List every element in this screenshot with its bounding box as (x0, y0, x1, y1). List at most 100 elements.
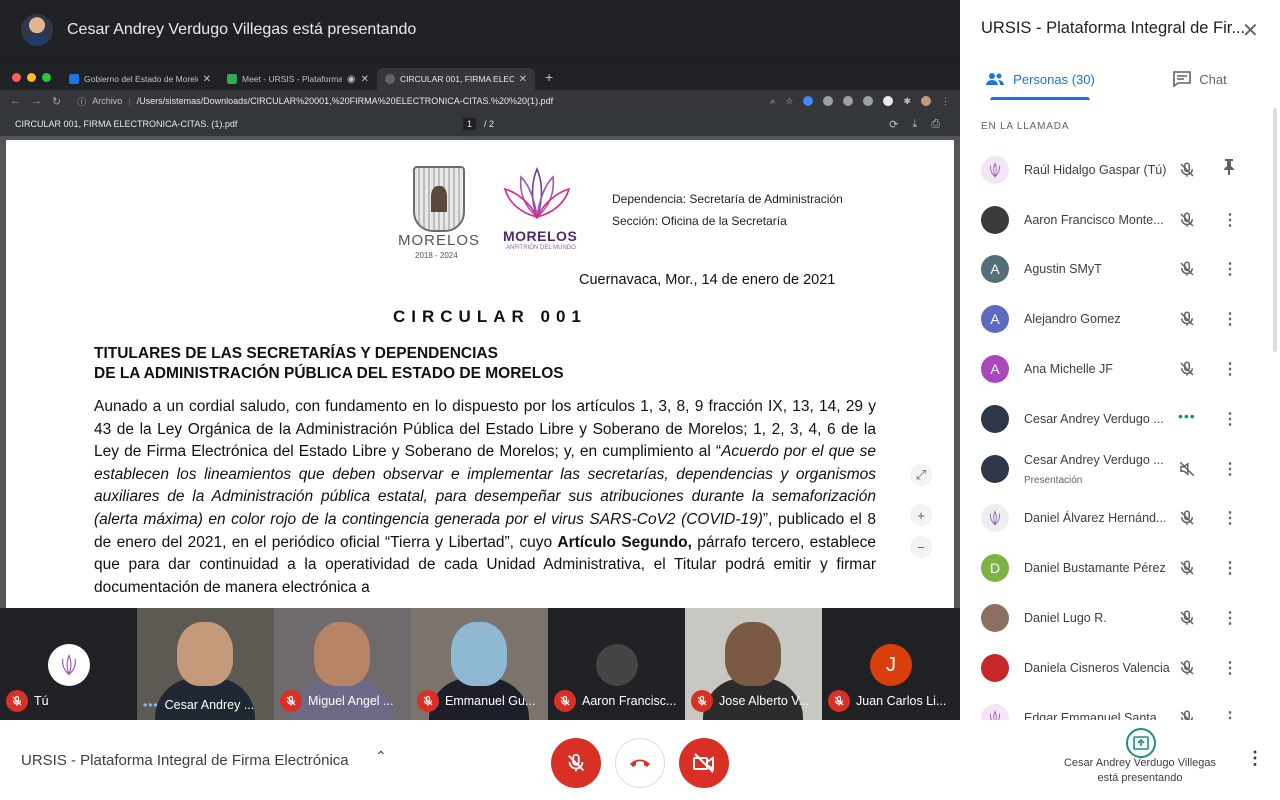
more-options-icon[interactable]: ⋮ (1222, 558, 1238, 578)
participant-tile[interactable]: Miguel Angel ... (274, 608, 411, 720)
back-icon: ← (10, 95, 21, 107)
chat-icon (1173, 71, 1192, 87)
hang-up-icon (630, 759, 650, 767)
participant-row[interactable]: Daniela Cisneros Valencia ⋮ (960, 643, 1280, 693)
more-options-icon[interactable]: ⋮ (1222, 459, 1238, 479)
participant-name: Emmanuel Gu... (417, 690, 535, 712)
participant-name-text: Miguel Angel ... (308, 694, 394, 708)
participant-row[interactable]: A Agustin SMyT ⋮ (960, 245, 1280, 295)
mic-muted-badge (280, 690, 302, 712)
mic-off-icon (1180, 560, 1194, 576)
seal-year: 2018 - 2024 (415, 251, 458, 260)
mic-off-icon (568, 753, 584, 772)
mic-status (1178, 310, 1196, 328)
presenting-icon[interactable] (1126, 728, 1156, 758)
more-options-icon[interactable]: ⋮ (1222, 259, 1238, 279)
participant-tile[interactable]: ••• Cesar Andrey ... (137, 608, 274, 720)
tab-chat[interactable]: Chat (1120, 58, 1280, 100)
participant-name-text: Aaron Francisc... (582, 694, 677, 708)
mic-toggle-button[interactable] (551, 738, 601, 788)
mic-muted-badge (691, 690, 713, 712)
tab-favicon-icon (69, 74, 79, 84)
dependency-line: Dependencia: Secretaría de Administració… (612, 192, 843, 206)
dependency-block: Dependencia: Secretaría de Administració… (612, 188, 843, 232)
mic-muted-badge (828, 690, 850, 712)
info-icon: ⓘ (77, 96, 87, 107)
participant-name: Raúl Hidalgo Gaspar (Tú) (1024, 162, 1167, 177)
participant-row[interactable]: Cesar Andrey Verdugo ... ••• ⋮ (960, 394, 1280, 444)
participant-name: Aaron Francisco Monte... (1024, 212, 1164, 227)
panel-scrollbar[interactable] (1273, 108, 1277, 352)
chevron-up-icon[interactable]: ⌃ (375, 748, 387, 765)
pdf-toolbar: CIRCULAR 001, FIRMA ELECTRONICA-CITAS. (… (0, 112, 960, 136)
video-face (451, 622, 507, 686)
participant-name: Juan Carlos Li... (828, 690, 946, 712)
participant-subtitle: Presentación (1024, 474, 1083, 486)
participant-tile[interactable]: Tú (0, 608, 137, 720)
participant-tile[interactable]: Aaron Francisc... (548, 608, 685, 720)
more-options-icon[interactable]: ⋮ (1222, 608, 1238, 628)
meeting-name[interactable]: URSIS - Plataforma Integral de Firma Ele… (21, 752, 349, 769)
tab-title: CIRCULAR 001, FIRMA ELECTRÓNICA (400, 74, 514, 84)
addressee-line: DE LA ADMINISTRACIÓN PÚBLICA DEL ESTADO … (94, 365, 564, 382)
browser-address-bar: ← → ↻ ⓘ Archivo | /Users/sistemas/Downlo… (0, 90, 960, 112)
participant-tile[interactable]: Jose Alberto V... (685, 608, 822, 720)
mic-status (1178, 161, 1196, 179)
logo-avatar (981, 504, 1009, 533)
forward-icon: → (31, 95, 42, 107)
mic-status (1178, 509, 1196, 527)
mic-status (1178, 659, 1196, 677)
more-options-icon[interactable]: ⋮ (1222, 210, 1238, 230)
more-options-icon[interactable]: ⋮ (1222, 309, 1238, 329)
close-panel-icon[interactable]: ✕ (1242, 18, 1259, 43)
participant-row[interactable]: Cesar Andrey Verdugo ... Presentación ⋮ (960, 444, 1280, 494)
more-options-icon[interactable]: ⋮ (1222, 409, 1238, 429)
participant-row[interactable]: D Daniel Bustamante Pérez ⋮ (960, 543, 1280, 593)
participant-name: Daniel Lugo R. (1024, 611, 1107, 626)
participant-name: Jose Alberto V... (691, 690, 809, 712)
puzzle-icon: ✱ (903, 95, 911, 106)
participant-row[interactable]: A Ana Michelle JF ⋮ (960, 344, 1280, 394)
browser-tab-meet: Meet - URSIS - Plataforma ◉ ✕ (219, 68, 377, 90)
participant-row[interactable]: Aaron Francisco Monte... ⋮ (960, 195, 1280, 245)
leave-call-button[interactable] (615, 738, 665, 788)
participant-name: Daniel Bustamante Pérez (1024, 561, 1166, 576)
mic-off-icon (1180, 212, 1194, 227)
participant-name: Daniel Álvarez Hernánd... (1024, 511, 1167, 526)
people-list: Raúl Hidalgo Gaspar (Tú) Aaron Francisco … (960, 145, 1280, 743)
close-tab-icon: ✕ (518, 73, 527, 85)
video-face (314, 622, 370, 686)
body-paragraph: Aunado a un cordial saludo, con fundamen… (94, 396, 876, 599)
participant-tile[interactable]: Emmanuel Gu... (411, 608, 548, 720)
tab-favicon-icon (385, 74, 395, 84)
participant-tile[interactable]: J Juan Carlos Li... (822, 608, 959, 720)
pdf-page-indicator: 1 / 2 (463, 118, 494, 130)
more-options-icon[interactable]: ⋮ (1222, 359, 1238, 379)
mic-off-icon (1180, 361, 1194, 376)
audio-status (1178, 460, 1196, 478)
pdf-actions: ⟳ ⤓ ⎙ (889, 118, 940, 131)
participant-row[interactable]: Daniel Lugo R. ⋮ (960, 593, 1280, 643)
more-options-icon[interactable]: ⋮ (1246, 748, 1264, 769)
participant-name: Cesar Andrey Verdugo ... (1024, 411, 1164, 426)
participant-row[interactable]: Daniel Álvarez Hernánd... ⋮ (960, 494, 1280, 544)
profile-icon (921, 96, 931, 106)
url-site: Archivo (92, 96, 123, 106)
pdf-page-current: 1 (463, 118, 477, 130)
pin-icon[interactable] (1222, 158, 1236, 181)
menu-icon: ⋮ (941, 95, 950, 106)
present-screen-icon (1133, 736, 1149, 750)
place-date: Cuernavaca, Mor., 14 de enero de 2021 (579, 272, 836, 288)
more-options-icon[interactable]: ⋮ (1222, 658, 1238, 678)
minimize-window-icon (27, 73, 36, 82)
zoom-out-icon: − (910, 536, 932, 558)
camera-toggle-button[interactable] (679, 738, 729, 788)
participant-row[interactable]: Raúl Hidalgo Gaspar (Tú) (960, 145, 1280, 195)
participant-name: Cesar Andrey Verdugo ... (1024, 452, 1164, 467)
avatar: A (981, 255, 1009, 284)
tab-people[interactable]: Personas (30) (960, 58, 1120, 100)
section-label: EN LA LLAMADA (981, 121, 1070, 132)
participant-row[interactable]: A Alejandro Gomez ⋮ (960, 294, 1280, 344)
pdf-filename: CIRCULAR 001, FIRMA ELECTRONICA-CITAS. (… (15, 119, 238, 129)
more-options-icon[interactable]: ⋮ (1222, 508, 1238, 528)
